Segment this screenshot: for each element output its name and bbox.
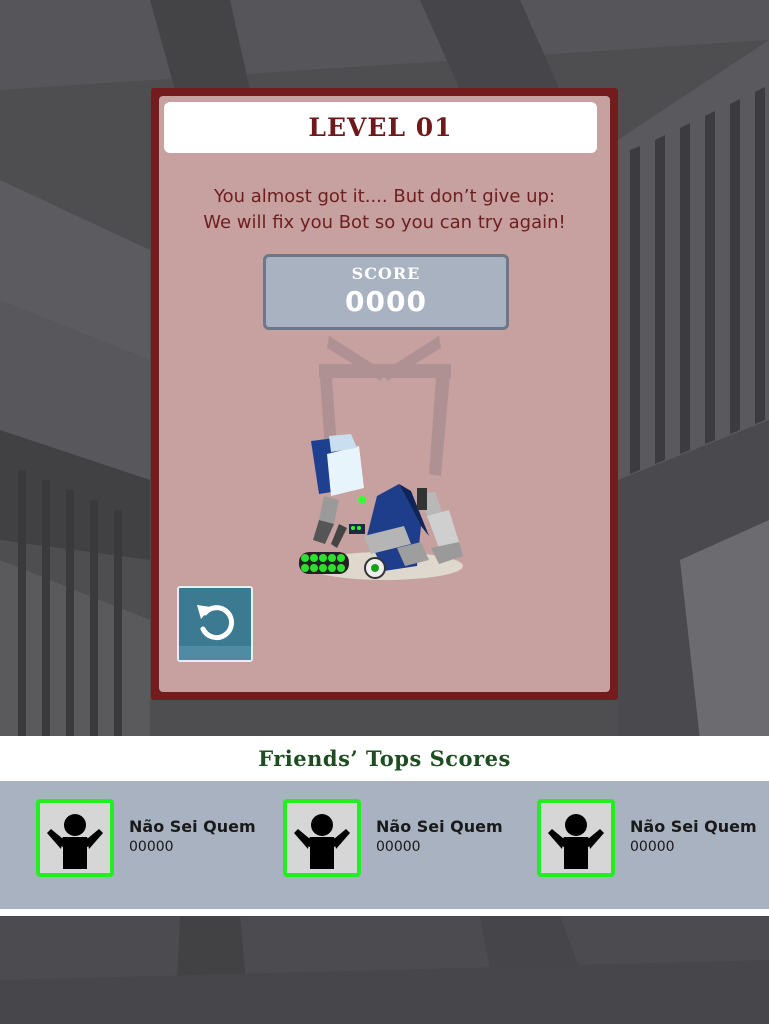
friend-name: Não Sei Quem bbox=[376, 817, 503, 836]
retry-icon bbox=[197, 605, 234, 641]
level-result-panel: LEVEL 01 You almost got it.... But don’t… bbox=[151, 88, 618, 700]
person-silhouette-icon bbox=[294, 814, 350, 869]
friend-avatar bbox=[36, 799, 114, 877]
friend-score: 00000 bbox=[630, 839, 675, 855]
friend-name: Não Sei Quem bbox=[630, 817, 757, 836]
friends-strip-divider bbox=[0, 909, 769, 916]
friends-scores-header: Friends’ Tops Scores bbox=[0, 736, 769, 781]
friend-name: Não Sei Quem bbox=[129, 817, 256, 836]
friend-avatar bbox=[537, 799, 615, 877]
friend-entry[interactable]: Não Sei Quem 00000 bbox=[537, 799, 769, 883]
person-silhouette-icon bbox=[548, 814, 604, 869]
panel-body: LEVEL 01 You almost got it.... But don’t… bbox=[159, 96, 610, 692]
friend-score: 00000 bbox=[376, 839, 421, 855]
friends-scores-title: Friends’ Tops Scores bbox=[258, 746, 511, 771]
friend-entry[interactable]: Não Sei Quem 00000 bbox=[283, 799, 523, 883]
friend-score: 00000 bbox=[129, 839, 174, 855]
person-silhouette-icon bbox=[47, 814, 103, 869]
retry-button-shade bbox=[179, 646, 251, 660]
retry-button[interactable] bbox=[177, 586, 253, 662]
friends-scores-list: Não Sei Quem 00000 Não Sei Quem 00000 Nã… bbox=[0, 781, 769, 909]
friend-entry[interactable]: Não Sei Quem 00000 bbox=[36, 799, 276, 883]
friend-avatar bbox=[283, 799, 361, 877]
